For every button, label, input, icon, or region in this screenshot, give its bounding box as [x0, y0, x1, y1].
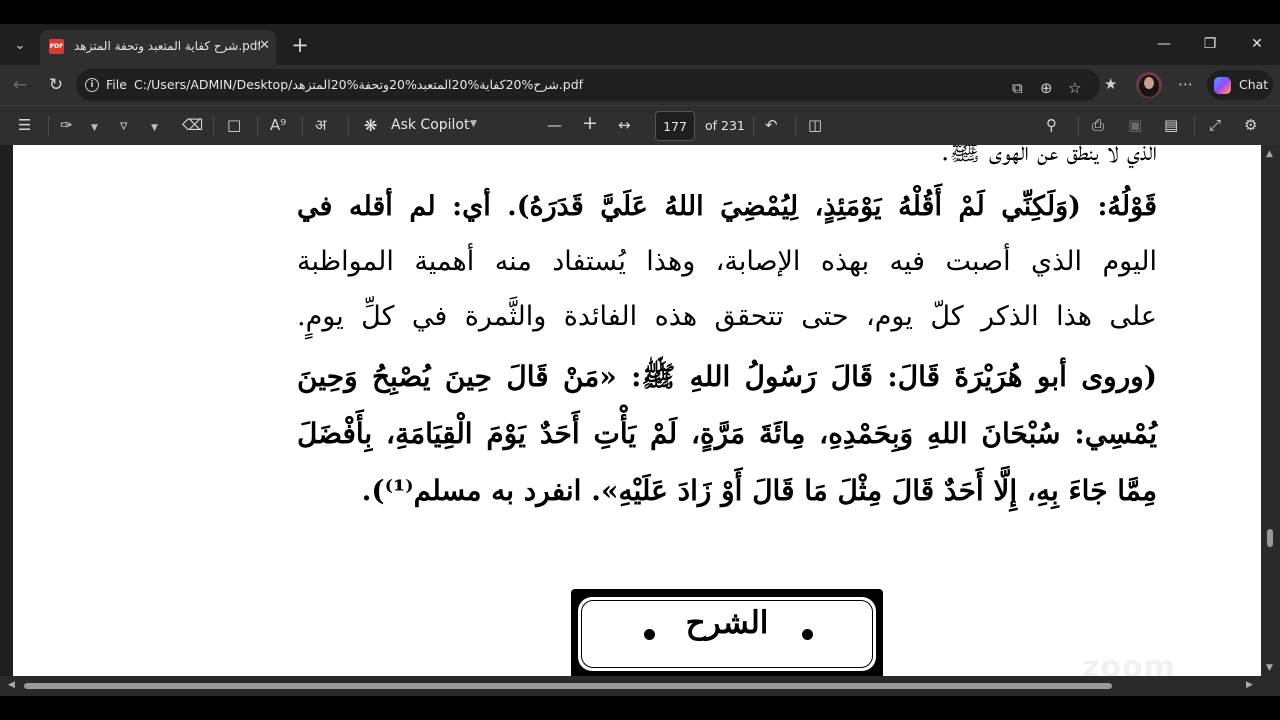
divider [302, 116, 303, 136]
pdf-page: الذي لا ينطق عن الهوى ﷺ. قَوْلُهُ: (وَلَ… [13, 145, 1261, 676]
read-aloud-icon[interactable]: A⁹ [270, 116, 286, 134]
address-bar[interactable]: i File C:/Users/ADMIN/Desktop/شرح%20كفاي… [76, 69, 1100, 101]
copilot-icon [1214, 77, 1231, 94]
refresh-button[interactable]: ↻ [42, 72, 70, 98]
highlight-dropdown-icon[interactable]: ▼ [91, 119, 98, 137]
info-icon[interactable]: i [85, 78, 99, 92]
bullet-dot [802, 629, 813, 640]
divider [753, 116, 754, 136]
zoom-icon[interactable]: ⊕ [1040, 79, 1053, 97]
more-options-icon[interactable]: ⋯ [1178, 75, 1193, 93]
translate-icon[interactable]: अ [315, 116, 326, 134]
vertical-scroll-thumb[interactable] [1267, 529, 1273, 547]
pdf-viewer[interactable]: الذي لا ينطق عن الهوى ﷺ. قَوْلُهُ: (وَلَ… [0, 145, 1280, 696]
minimize-button[interactable]: — [1144, 32, 1184, 56]
vertical-scrollbar[interactable]: ▲ ▼ [1261, 145, 1280, 676]
back-button[interactable]: ← [6, 72, 34, 98]
section-heading-frame: الشرح [571, 589, 883, 676]
highlight-icon[interactable]: ✑ [60, 116, 73, 134]
favorite-star-icon[interactable]: ☆ [1068, 79, 1081, 97]
chat-label: Chat [1239, 77, 1269, 92]
page-view-icon[interactable]: ◫ [808, 116, 822, 134]
ask-copilot-label: Ask Copilot [391, 117, 470, 133]
divider [213, 116, 214, 136]
add-text-icon[interactable]: □ [227, 116, 241, 134]
close-window-button[interactable]: ✕ [1237, 32, 1277, 56]
draw-dropdown-icon[interactable]: ▼ [151, 119, 158, 137]
avatar-face [1144, 77, 1154, 89]
scroll-down-icon[interactable]: ▼ [1266, 663, 1273, 673]
copilot-outline-icon: ❋ [364, 116, 378, 135]
text-line: قَوْلُهُ: (وَلَكِنِّي لَمْ أَقُلْهُ يَوْ… [297, 191, 1157, 222]
page-count: of 231 [705, 118, 745, 133]
tab-bar: ⌄ PDF شرح كفاية المتعبد وتحفة المتزهد.pd… [0, 24, 1280, 65]
pdf-toolbar: ☰ ✑ ▼ ▿ ▼ ⌫ □ A⁹ अ ❋ Ask Copilot ▼ — + ↔… [0, 105, 1280, 146]
contents-icon[interactable]: ☰ [18, 116, 31, 134]
scroll-up-icon[interactable]: ▲ [1266, 149, 1273, 159]
divider [48, 116, 49, 136]
eraser-icon[interactable]: ⌫ [182, 116, 203, 134]
save-icon[interactable]: ▣ [1128, 116, 1142, 134]
ask-copilot-chevron-icon: ▼ [470, 119, 477, 129]
favorites-icon[interactable]: ★ [1104, 75, 1117, 93]
tab-close-icon[interactable]: ✕ [259, 38, 270, 53]
section-heading: الشرح [685, 605, 769, 641]
settings-gear-icon[interactable]: ⚙ [1244, 116, 1257, 134]
tab-active[interactable]: PDF شرح كفاية المتعبد وتحفة المتزهد.pdf … [40, 30, 276, 65]
text-line: يُمْسِي: سُبْحَانَ اللهِ وَبِحَمْدِهِ، م… [297, 417, 1157, 450]
horizontal-scroll-thumb[interactable] [24, 683, 1112, 689]
divider [795, 116, 796, 136]
divider [1194, 116, 1195, 136]
scroll-right-icon[interactable]: ▶ [1246, 680, 1253, 690]
divider [348, 116, 349, 136]
section-heading-inner: الشرح [578, 597, 876, 671]
address-bar-row: ← ↻ i File C:/Users/ADMIN/Desktop/شرح%20… [0, 65, 1280, 105]
pdf-icon: PDF [49, 39, 64, 54]
new-tab-button[interactable]: + [287, 32, 313, 58]
save-as-icon[interactable]: ▤ [1164, 116, 1178, 134]
copilot-chat-button[interactable]: Chat [1207, 70, 1273, 100]
scheme-label: File [106, 77, 127, 92]
profile-avatar[interactable] [1136, 72, 1162, 98]
text-line: مِمَّا جَاءَ بِهِ، إِلَّا أَحَدٌ قَالَ م… [361, 474, 1157, 507]
text-line: اليوم الذي أصبت فيه بهذه الإصابة، وهذا ي… [297, 246, 1157, 277]
reading-view-icon[interactable]: ⧉ [1012, 79, 1023, 97]
print-icon[interactable]: ⎙ [1092, 116, 1104, 134]
url-text[interactable]: C:/Users/ADMIN/Desktop/شرح%20كفاية%20الم… [134, 77, 654, 92]
text-line: الذي لا ينطق عن الهوى ﷺ. [941, 145, 1157, 167]
scroll-left-icon[interactable]: ◀ [8, 680, 15, 690]
rotate-icon[interactable]: ↶ [765, 116, 778, 134]
fullscreen-icon[interactable]: ⤢ [1209, 116, 1221, 134]
tab-title: شرح كفاية المتعبد وتحفة المتزهد.pdf [74, 39, 260, 53]
browser-window: ⌄ PDF شرح كفاية المتعبد وتحفة المتزهد.pd… [0, 24, 1280, 696]
draw-icon[interactable]: ▿ [120, 116, 128, 134]
restore-button[interactable]: ❐ [1190, 32, 1230, 56]
zoom-out-button[interactable]: — [547, 116, 562, 134]
divider [1078, 116, 1079, 136]
page-number-input[interactable]: 177 [655, 111, 695, 141]
horizontal-scrollbar[interactable]: ◀ ▶ [0, 676, 1280, 696]
zoom-in-button[interactable]: + [582, 114, 598, 133]
tab-actions-chevron-icon[interactable]: ⌄ [6, 32, 34, 58]
text-line: (وروى أبو هُرَيْرَةَ قَالَ: قَالَ رَسُول… [297, 360, 1157, 393]
text-line: على هذا الذكر كلّ يوم، حتى تتحقق هذه الف… [297, 301, 1157, 332]
divider [257, 116, 258, 136]
search-icon[interactable]: ⚲ [1046, 116, 1057, 134]
fit-page-icon[interactable]: ↔ [618, 116, 631, 134]
